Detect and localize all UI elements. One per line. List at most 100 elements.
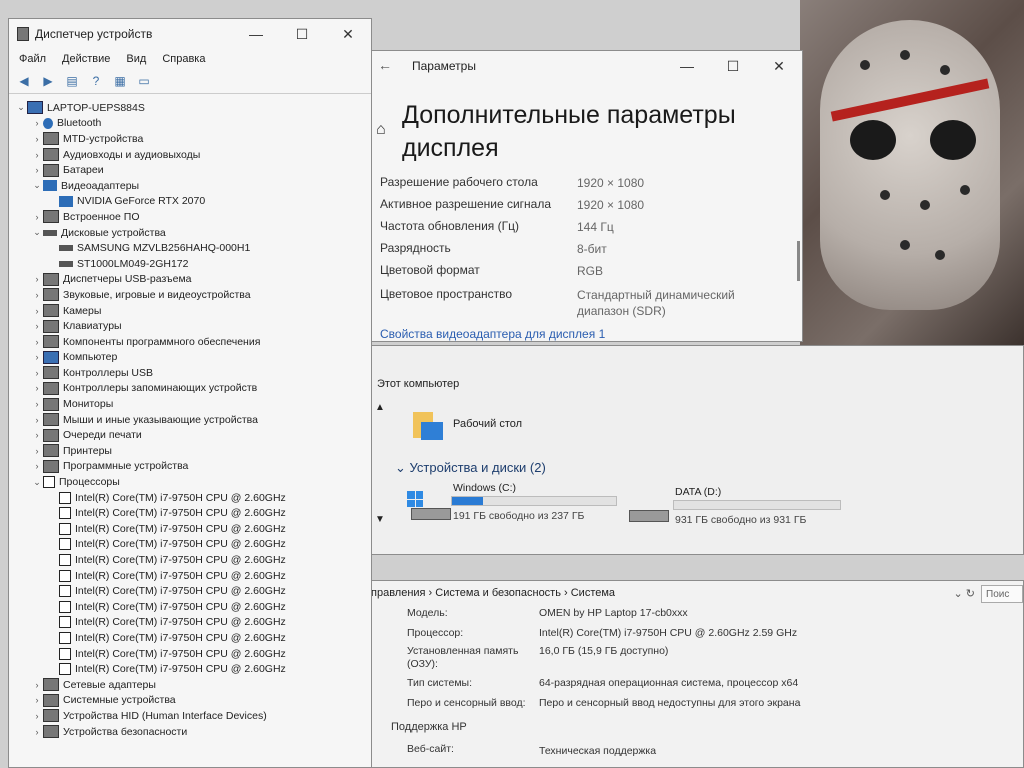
chevron-right-icon[interactable]: ›	[31, 306, 43, 316]
chevron-right-icon[interactable]: ›	[31, 446, 43, 456]
chevron-right-icon[interactable]: ›	[31, 368, 43, 378]
tree-device[interactable]: Intel(R) Core(TM) i7-9750H CPU @ 2.60GHz	[9, 505, 371, 521]
chevron-right-icon[interactable]: ›	[31, 383, 43, 393]
chevron-right-icon[interactable]: ›	[31, 337, 43, 347]
tree-category[interactable]: › Очереди печати	[9, 427, 371, 443]
devices-group-header[interactable]: ⌄ Устройства и диски (2)	[395, 460, 546, 476]
search-input[interactable]: Поис	[981, 585, 1023, 603]
tree-category[interactable]: › Компоненты программного обеспечения	[9, 334, 371, 350]
chevron-right-icon[interactable]: ›	[31, 680, 43, 690]
chevron-down-icon[interactable]: ⌄	[15, 102, 27, 113]
tree-category[interactable]: › Камеры	[9, 303, 371, 319]
tree-root[interactable]: ⌄ LAPTOP-UEPS884S	[9, 100, 371, 116]
tree-category[interactable]: › Звуковые, игровые и видеоустройства	[9, 287, 371, 303]
tree-device[interactable]: NVIDIA GeForce RTX 2070	[9, 194, 371, 210]
chevron-down-icon[interactable]: ⌄	[31, 477, 43, 488]
chevron-right-icon[interactable]: ›	[31, 399, 43, 409]
tree-device[interactable]: Intel(R) Core(TM) i7-9750H CPU @ 2.60GHz	[9, 537, 371, 553]
chevron-right-icon[interactable]: ›	[31, 461, 43, 471]
tree-category[interactable]: › Мыши и иные указывающие устройства	[9, 412, 371, 428]
drive-c-icon[interactable]	[411, 508, 451, 520]
chevron-right-icon[interactable]: ›	[31, 352, 43, 362]
refresh-icon[interactable]: ⌄ ↻	[954, 587, 976, 600]
tree-device[interactable]: Intel(R) Core(TM) i7-9750H CPU @ 2.60GHz	[9, 599, 371, 615]
desktop-folder-label[interactable]: Рабочий стол	[453, 418, 522, 430]
chevron-right-icon[interactable]: ›	[31, 212, 43, 222]
chevron-right-icon[interactable]: ›	[31, 274, 43, 284]
tree-device[interactable]: Intel(R) Core(TM) i7-9750H CPU @ 2.60GHz	[9, 490, 371, 506]
chevron-right-icon[interactable]: ›	[31, 711, 43, 721]
details-icon[interactable]: ▦	[111, 73, 129, 89]
drive-c-name[interactable]: Windows (C:)	[453, 482, 516, 494]
tree-device[interactable]: Intel(R) Core(TM) i7-9750H CPU @ 2.60GHz	[9, 552, 371, 568]
monitor-icon[interactable]: ▭	[135, 73, 153, 89]
tree-category[interactable]: › MTD-устройства	[9, 131, 371, 147]
home-icon[interactable]: ⌂	[376, 121, 386, 139]
tree-category[interactable]: › Встроенное ПО	[9, 209, 371, 225]
tree-device[interactable]: Intel(R) Core(TM) i7-9750H CPU @ 2.60GHz	[9, 583, 371, 599]
chevron-down-icon[interactable]: ⌄	[31, 180, 43, 191]
tree-category[interactable]: › Компьютер	[9, 350, 371, 366]
menu-action[interactable]: Действие	[62, 53, 110, 65]
tree-category[interactable]: › Клавиатуры	[9, 318, 371, 334]
tree-category[interactable]: ⌄ Процессоры	[9, 474, 371, 490]
chevron-down-icon[interactable]: ⌄	[31, 227, 43, 238]
tree-category[interactable]: › Принтеры	[9, 443, 371, 459]
tech-support-link[interactable]: Техническая поддержка	[539, 745, 656, 757]
tree-category[interactable]: › Bluetooth	[9, 116, 371, 132]
back-icon[interactable]: ◀	[15, 73, 33, 89]
drive-d-name[interactable]: DATA (D:)	[675, 486, 721, 498]
close-button[interactable]: ✕	[756, 51, 802, 81]
tree-category[interactable]: › Аудиовходы и аудиовыходы	[9, 147, 371, 163]
maximize-button[interactable]: ☐	[279, 19, 325, 49]
forward-icon[interactable]: ▶	[39, 73, 57, 89]
breadcrumb[interactable]: правления › Система и безопасность › Сис…	[371, 587, 615, 599]
tree-category[interactable]: › Контроллеры запоминающих устройств	[9, 381, 371, 397]
tree-device[interactable]: Intel(R) Core(TM) i7-9750H CPU @ 2.60GHz	[9, 615, 371, 631]
tree-category[interactable]: › Мониторы	[9, 396, 371, 412]
tree-category[interactable]: › Батареи	[9, 162, 371, 178]
close-button[interactable]: ✕	[325, 19, 371, 49]
tree-category[interactable]: › Устройства HID (Human Interface Devices…	[9, 708, 371, 724]
chevron-right-icon[interactable]: ›	[31, 290, 43, 300]
tree-category[interactable]: › Контроллеры USB	[9, 365, 371, 381]
scroll-down-icon[interactable]: ▼	[375, 514, 385, 525]
desktop-folder-icon[interactable]	[413, 410, 445, 440]
adapter-properties-link[interactable]: Свойства видеоадаптера для дисплея 1	[380, 327, 605, 341]
chevron-right-icon[interactable]: ›	[31, 695, 43, 705]
chevron-right-icon[interactable]: ›	[31, 118, 43, 128]
tree-category[interactable]: › Сетевые адаптеры	[9, 677, 371, 693]
tree-category[interactable]: › Устройства безопасности	[9, 724, 371, 740]
chevron-right-icon[interactable]: ›	[31, 321, 43, 331]
chevron-right-icon[interactable]: ›	[31, 415, 43, 425]
help-icon[interactable]: ?	[87, 73, 105, 89]
scroll-up-icon[interactable]: ▲	[375, 402, 385, 413]
menu-view[interactable]: Вид	[126, 53, 146, 65]
drive-d-icon[interactable]	[629, 510, 669, 522]
chevron-right-icon[interactable]: ›	[31, 134, 43, 144]
tree-device[interactable]: Intel(R) Core(TM) i7-9750H CPU @ 2.60GHz	[9, 630, 371, 646]
chevron-right-icon[interactable]: ›	[31, 430, 43, 440]
menu-help[interactable]: Справка	[162, 53, 205, 65]
tree-category[interactable]: ⌄ Видеоадаптеры	[9, 178, 371, 194]
tree-device[interactable]: SAMSUNG MZVLB256HAHQ-000H1	[9, 240, 371, 256]
tree-device[interactable]: Intel(R) Core(TM) i7-9750H CPU @ 2.60GHz	[9, 661, 371, 677]
tree-category[interactable]: › Системные устройства	[9, 693, 371, 709]
tree-device[interactable]: ST1000LM049-2GH172	[9, 256, 371, 272]
chevron-right-icon[interactable]: ›	[31, 150, 43, 160]
tree-device[interactable]: Intel(R) Core(TM) i7-9750H CPU @ 2.60GHz	[9, 646, 371, 662]
menu-file[interactable]: Файл	[19, 53, 46, 65]
chevron-right-icon[interactable]: ›	[31, 727, 43, 737]
tree-category[interactable]: › Диспетчеры USB-разъема	[9, 272, 371, 288]
tree-category[interactable]: › Программные устройства	[9, 459, 371, 475]
tree-device[interactable]: Intel(R) Core(TM) i7-9750H CPU @ 2.60GHz	[9, 521, 371, 537]
minimize-button[interactable]: —	[233, 19, 279, 49]
tree-category[interactable]: ⌄ Дисковые устройства	[9, 225, 371, 241]
back-arrow-icon[interactable]: ←	[378, 57, 392, 73]
settings-scrollbar[interactable]	[797, 241, 800, 281]
properties-icon[interactable]: ▤	[63, 73, 81, 89]
minimize-button[interactable]: —	[664, 51, 710, 81]
tree-device[interactable]: Intel(R) Core(TM) i7-9750H CPU @ 2.60GHz	[9, 568, 371, 584]
chevron-right-icon[interactable]: ›	[31, 165, 43, 175]
maximize-button[interactable]: ☐	[710, 51, 756, 81]
